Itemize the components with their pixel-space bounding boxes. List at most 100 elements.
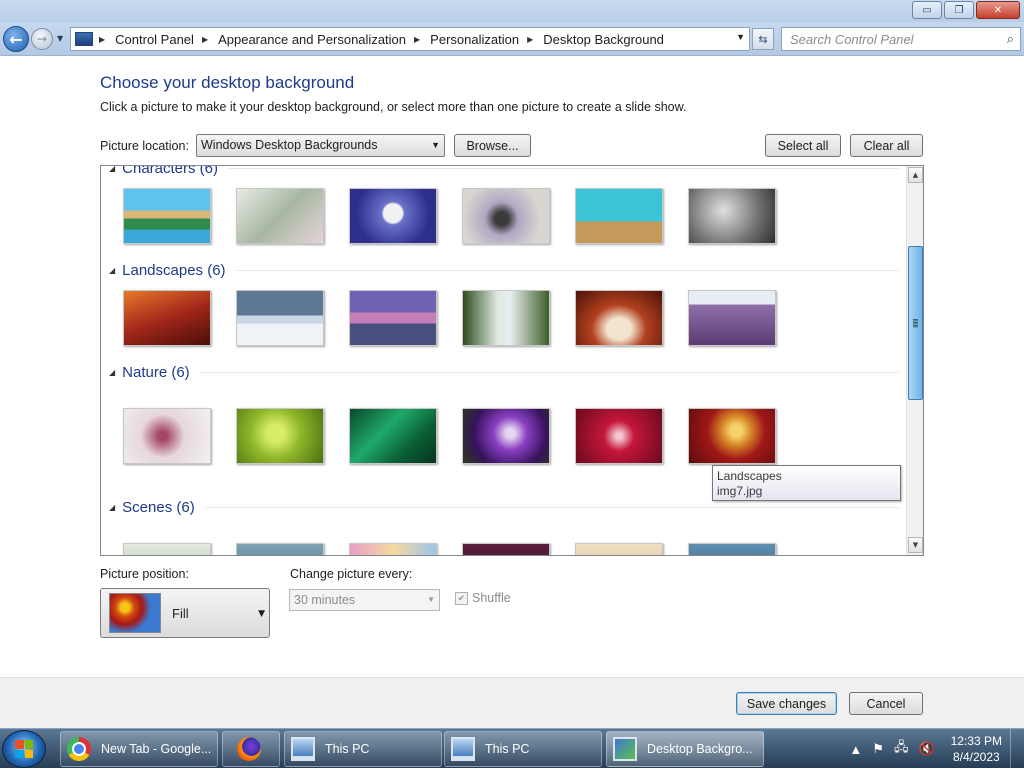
change-interval-select[interactable]: 30 minutes ▼ [289, 589, 440, 611]
thumbnail-characters-6[interactable] [688, 188, 776, 244]
thumbnail-nature-4[interactable] [462, 408, 550, 464]
scroll-up-button[interactable]: ▲ [908, 167, 923, 183]
refresh-icon: ⇆ [758, 32, 768, 46]
start-button[interactable] [2, 730, 46, 768]
thumbnail-landscapes-2[interactable] [236, 290, 324, 346]
thumbnail-characters-4[interactable] [462, 188, 550, 244]
window-controls: ▭ ❐ ✕ [912, 1, 1020, 19]
tooltip-filename: img7.jpg [717, 484, 763, 498]
browse-button[interactable]: Browse... [454, 134, 531, 157]
group-header-nature[interactable]: ◢ Nature (6) [109, 364, 899, 381]
change-picture-label: Change picture every: [290, 567, 413, 581]
address-bar[interactable]: ▶ Control Panel ▶ Appearance and Personal… [70, 27, 750, 51]
shuffle-label: Shuffle [472, 591, 511, 605]
scroll-down-arrow-icon: ▼ [912, 541, 919, 549]
clock[interactable]: 12:33 PM 8/4/2023 [951, 733, 1002, 765]
thumbnail-scenes-4[interactable] [462, 543, 550, 555]
volume-muted-icon[interactable]: 🔇 [918, 741, 934, 757]
chevron-right-icon: ▶ [201, 34, 209, 44]
cancel-button[interactable]: Cancel [849, 692, 923, 715]
taskbar-item-this-pc-2[interactable]: This PC [444, 731, 602, 767]
breadcrumb-arrow[interactable]: ▶ [99, 35, 105, 44]
thumbnail-characters-3[interactable] [349, 188, 437, 244]
thumbnail-scenes-2[interactable] [236, 543, 324, 555]
chevron-right-icon: ▶ [527, 34, 534, 44]
thumbnail-nature-2[interactable] [236, 408, 324, 464]
address-dropdown-icon[interactable]: ▼ [736, 32, 745, 42]
collapse-triangle-icon[interactable]: ◢ [109, 503, 115, 512]
group-header-scenes[interactable]: ◢ Scenes (6) [109, 499, 899, 516]
network-icon[interactable]: 🖧 [894, 738, 909, 760]
thumbnail-landscapes-1[interactable] [123, 290, 211, 346]
taskbar-item-chrome[interactable]: New Tab - Google... [60, 731, 218, 767]
collapse-triangle-icon[interactable]: ◢ [109, 166, 115, 173]
computer-icon [291, 737, 315, 761]
shuffle-checkbox[interactable]: ✔ Shuffle [455, 591, 511, 605]
thumbnail-nature-5[interactable] [575, 408, 663, 464]
picture-location-label: Picture location: [100, 139, 189, 153]
thumbnail-landscapes-3[interactable] [349, 290, 437, 346]
forward-button[interactable]: → [31, 28, 53, 50]
group-label: Characters (6) [122, 165, 219, 177]
thumbnail-characters-5[interactable] [575, 188, 663, 244]
picture-position-select[interactable]: Fill ▼ [100, 588, 270, 638]
minimize-button[interactable]: ▭ [912, 1, 942, 19]
chevron-right-icon: ▶ [414, 34, 421, 44]
search-input[interactable]: Search Control Panel ⌕ [781, 27, 1021, 51]
chrome-icon [67, 737, 91, 761]
thumbnail-nature-1[interactable] [123, 408, 211, 464]
taskbar-item-this-pc-1[interactable]: This PC [284, 731, 442, 767]
group-header-landscapes[interactable]: ◢ Landscapes (6) [109, 262, 899, 279]
clear-all-button[interactable]: Clear all [850, 134, 923, 157]
breadcrumb-appearance[interactable]: Appearance and Personalization ▶ [218, 32, 420, 47]
refresh-button[interactable]: ⇆ [752, 28, 774, 50]
thumbnail-scenes-1[interactable] [123, 543, 211, 555]
scroll-thumb[interactable]: ═ ═ ═ [908, 246, 923, 400]
close-button[interactable]: ✕ [976, 1, 1020, 19]
thumbnail-characters-2[interactable] [236, 188, 324, 244]
collapse-triangle-icon[interactable]: ◢ [109, 266, 115, 275]
thumbnail-landscapes-6[interactable] [688, 290, 776, 346]
position-preview-image [109, 593, 161, 633]
scroll-down-button[interactable]: ▼ [908, 537, 923, 553]
thumbnail-scenes-3[interactable] [349, 543, 437, 555]
thumbnail-landscapes-4[interactable] [462, 290, 550, 346]
search-placeholder: Search Control Panel [790, 31, 914, 47]
thumbnail-landscapes-5[interactable] [575, 290, 663, 346]
show-desktop-button[interactable] [1010, 729, 1024, 769]
change-interval-value: 30 minutes [294, 593, 356, 607]
group-header-characters[interactable]: ◢ Characters (6) [109, 165, 899, 177]
show-hidden-icons-icon[interactable]: ▲ [849, 742, 862, 757]
collapse-triangle-icon[interactable]: ◢ [109, 368, 115, 377]
thumbnail-scenes-6[interactable] [688, 543, 776, 555]
gallery-scrollbar[interactable]: ▲ ═ ═ ═ ▼ [906, 166, 923, 555]
group-label: Landscapes (6) [122, 262, 226, 279]
group-divider [199, 372, 899, 373]
search-icon[interactable]: ⌕ [1007, 31, 1014, 47]
picture-location-select[interactable]: Windows Desktop Backgrounds ▼ [196, 134, 445, 157]
taskbar-item-label: This PC [485, 742, 530, 756]
scroll-up-arrow-icon: ▲ [912, 171, 919, 179]
breadcrumb-control-panel[interactable]: Control Panel ▶ [115, 32, 208, 47]
select-all-button[interactable]: Select all [765, 134, 841, 157]
thumbnail-nature-3[interactable] [349, 408, 437, 464]
thumbnail-characters-1[interactable] [123, 188, 211, 244]
thumbnail-nature-6[interactable] [688, 408, 776, 464]
breadcrumb-label: Appearance and Personalization [218, 31, 407, 47]
desktop-background-icon [613, 737, 637, 761]
breadcrumb-desktop-background[interactable]: Desktop Background [543, 32, 664, 47]
thumbnail-scenes-5[interactable] [575, 543, 663, 555]
taskbar: New Tab - Google... This PC This PC Desk… [0, 728, 1024, 769]
maximize-button[interactable]: ❐ [944, 1, 974, 19]
computer-icon [451, 737, 475, 761]
dropdown-arrow-icon: ▼ [431, 140, 440, 150]
recent-pages-dropdown[interactable]: ▼ [57, 34, 63, 43]
back-button[interactable]: ← [3, 26, 29, 52]
save-changes-button[interactable]: Save changes [736, 692, 837, 715]
taskbar-item-firefox[interactable] [222, 731, 280, 767]
breadcrumb-personalization[interactable]: Personalization ▶ [430, 32, 533, 47]
breadcrumb-label: Desktop Background [543, 31, 664, 47]
action-center-flag-icon[interactable]: ⚑ [872, 741, 884, 757]
taskbar-item-desktop-background[interactable]: Desktop Backgro... [606, 731, 764, 767]
group-label: Nature (6) [122, 364, 190, 381]
